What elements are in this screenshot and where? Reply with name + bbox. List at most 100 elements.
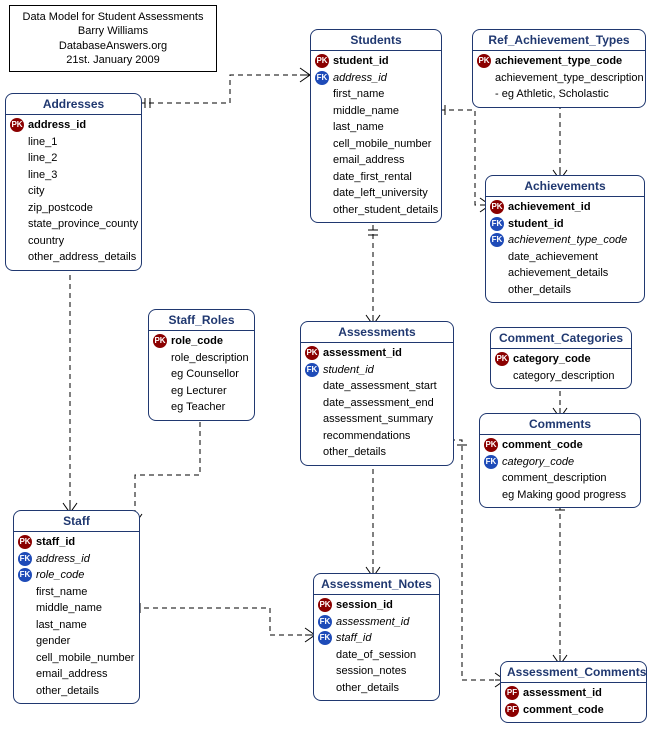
attribute-row: date_left_university bbox=[315, 185, 435, 202]
pk-key-icon: PK bbox=[318, 598, 332, 612]
fk-key-icon: FK bbox=[490, 217, 504, 231]
attribute-name: date_assessment_start bbox=[323, 378, 437, 395]
attribute-name: city bbox=[28, 183, 45, 200]
attribute-name: other_details bbox=[508, 282, 571, 299]
attribute-row: FKstudent_id bbox=[490, 216, 638, 233]
entity-staff-roles: Staff_Roles PKrole_coderole_descriptione… bbox=[148, 309, 255, 421]
attribute-row: line_3 bbox=[10, 167, 135, 184]
attribute-name: first_name bbox=[333, 86, 384, 103]
attribute-row: city bbox=[10, 183, 135, 200]
attribute-name: email_address bbox=[333, 152, 405, 169]
entity-title: Comment_Categories bbox=[491, 328, 631, 349]
attribute-name: eg Teacher bbox=[171, 399, 225, 416]
entity-addresses: Addresses PKaddress_idline_1line_2line_3… bbox=[5, 93, 142, 271]
fk-key-icon: FK bbox=[18, 568, 32, 582]
diagram-info-box: Data Model for Student Assessments Barry… bbox=[9, 5, 217, 72]
attribute-name: achievement_type_code bbox=[495, 53, 622, 70]
attribute-row: country bbox=[10, 233, 135, 250]
entity-title: Staff bbox=[14, 511, 139, 532]
attribute-name: category_code bbox=[513, 351, 591, 368]
entity-assessment-comments: Assessment_Comments PFassessment_idPFcom… bbox=[500, 661, 647, 723]
diagram-site: DatabaseAnswers.org bbox=[18, 39, 208, 53]
pk-key-icon: PK bbox=[495, 352, 509, 366]
attribute-name: staff_id bbox=[36, 534, 75, 551]
attribute-row: state_province_county bbox=[10, 216, 135, 233]
attribute-name: middle_name bbox=[36, 600, 102, 617]
attribute-row: PK session_id bbox=[318, 597, 433, 614]
attribute-row: other_details bbox=[18, 683, 133, 700]
entity-title: Comments bbox=[480, 414, 640, 435]
attribute-row: zip_postcode bbox=[10, 200, 135, 217]
attribute-name: other_student_details bbox=[333, 202, 438, 219]
attribute-row: email_address bbox=[315, 152, 435, 169]
fk-key-icon: FK bbox=[490, 233, 504, 247]
attribute-row: other_details bbox=[305, 444, 447, 461]
attribute-row: PF comment_code bbox=[505, 702, 640, 719]
attribute-name: other_details bbox=[336, 680, 399, 697]
attribute-row: cell_mobile_number bbox=[18, 650, 133, 667]
attribute-row: recommendations bbox=[305, 428, 447, 445]
attribute-row: first_name bbox=[315, 86, 435, 103]
entity-title: Students bbox=[311, 30, 441, 51]
attribute-name: staff_id bbox=[336, 630, 371, 647]
attribute-name: comment_description bbox=[502, 470, 607, 487]
diagram-author: Barry Williams bbox=[18, 24, 208, 38]
attribute-name: assessment_summary bbox=[323, 411, 433, 428]
fk-key-icon: FK bbox=[305, 363, 319, 377]
attribute-name: achievement_type_code bbox=[508, 232, 627, 249]
entity-achievements: Achievements PKachievement_idFKstudent_i… bbox=[485, 175, 645, 303]
attribute-row: achievement_type_description bbox=[477, 70, 639, 87]
attribute-row: date_of_session bbox=[318, 647, 433, 664]
attribute-row: FKaddress_id bbox=[315, 70, 435, 87]
attribute-name: student_id bbox=[333, 53, 389, 70]
attribute-row: first_name bbox=[18, 584, 133, 601]
attribute-row: eg Counsellor bbox=[153, 366, 248, 383]
attribute-name: student_id bbox=[323, 362, 374, 379]
attribute-row: - eg Athletic, Scholastic bbox=[477, 86, 639, 103]
attribute-name: achievement_details bbox=[508, 265, 608, 282]
attribute-row: PK category_code bbox=[495, 351, 625, 368]
attribute-row: PKstaff_id bbox=[18, 534, 133, 551]
attribute-name: comment_code bbox=[523, 702, 604, 719]
attribute-row: PK comment_code bbox=[484, 437, 634, 454]
attribute-name: session_id bbox=[336, 597, 393, 614]
attribute-name: address_id bbox=[28, 117, 86, 134]
attribute-row: last_name bbox=[18, 617, 133, 634]
entity-title: Assessment_Comments bbox=[501, 662, 646, 683]
fk-key-icon: FK bbox=[315, 71, 329, 85]
entity-title: Staff_Roles bbox=[149, 310, 254, 331]
attribute-name: line_2 bbox=[28, 150, 57, 167]
attribute-name: date_of_session bbox=[336, 647, 416, 664]
entity-assessment-notes: Assessment_Notes PKsession_idFKassessmen… bbox=[313, 573, 440, 701]
attribute-name: session_notes bbox=[336, 663, 406, 680]
attribute-row: line_2 bbox=[10, 150, 135, 167]
attribute-name: assessment_id bbox=[336, 614, 409, 631]
attribute-name: middle_name bbox=[333, 103, 399, 120]
pk-key-icon: PK bbox=[484, 438, 498, 452]
attribute-row: line_1 bbox=[10, 134, 135, 151]
attribute-row: FKassessment_id bbox=[318, 614, 433, 631]
attribute-row: date_first_rental bbox=[315, 169, 435, 186]
attribute-row: FKcategory_code bbox=[484, 454, 634, 471]
attribute-row: FK student_id bbox=[305, 362, 447, 379]
attribute-row: role_description bbox=[153, 350, 248, 367]
pk-key-icon: PK bbox=[153, 334, 167, 348]
attribute-row: middle_name bbox=[18, 600, 133, 617]
attribute-row: FK achievement_type_code bbox=[490, 232, 638, 249]
attribute-row: email_address bbox=[18, 666, 133, 683]
attribute-row: eg Making good progress bbox=[484, 487, 634, 504]
attribute-name: date_first_rental bbox=[333, 169, 412, 186]
attribute-row: last_name bbox=[315, 119, 435, 136]
attribute-name: comment_code bbox=[502, 437, 583, 454]
attribute-name: role_code bbox=[36, 567, 84, 584]
pk-key-icon: PK bbox=[305, 346, 319, 360]
attribute-name: last_name bbox=[36, 617, 87, 634]
fk-key-icon: FK bbox=[484, 455, 498, 469]
entity-assessments: Assessments PKassessment_idFKstudent_idd… bbox=[300, 321, 454, 466]
pf-key-icon: PF bbox=[505, 703, 519, 717]
attribute-name: email_address bbox=[36, 666, 108, 683]
attribute-name: recommendations bbox=[323, 428, 410, 445]
attribute-name: assessment_id bbox=[323, 345, 402, 362]
attribute-name: date_assessment_end bbox=[323, 395, 434, 412]
attribute-name: cell_mobile_number bbox=[36, 650, 134, 667]
